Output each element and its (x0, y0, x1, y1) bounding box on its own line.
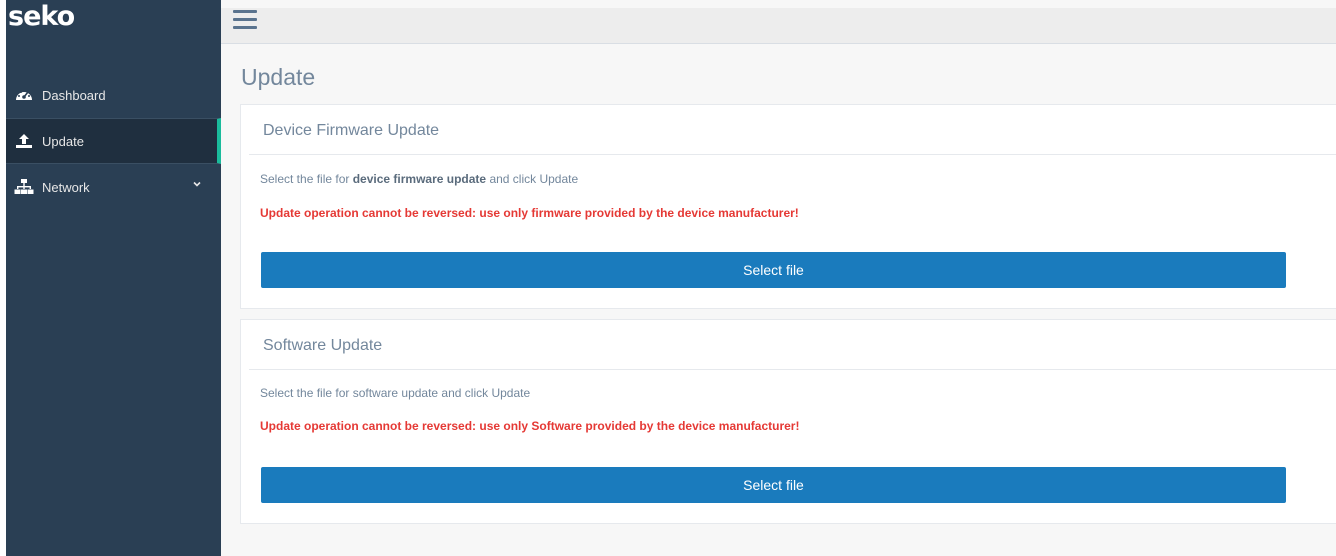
panel-instruction: Select the file for software update and … (260, 386, 531, 400)
sidebar-nav: Dashboard Update Network (6, 72, 221, 210)
firmware-update-panel: Device Firmware Update Select the file f… (240, 104, 1336, 309)
sidebar-item-network[interactable]: Network (6, 164, 221, 210)
panel-header: Device Firmware Update (249, 105, 1336, 155)
panel-header: Software Update (249, 320, 1336, 370)
top-navbar (221, 8, 1336, 44)
dashboard-icon (14, 87, 34, 103)
select-software-file-button[interactable]: Select file (261, 467, 1286, 503)
select-firmware-file-button[interactable]: Select file (261, 252, 1286, 288)
sidebar-item-dashboard[interactable]: Dashboard (6, 72, 221, 118)
sidebar: seko Dashboard Update Network (0, 0, 221, 556)
instruction-prefix: Select the file for (260, 172, 353, 186)
software-update-panel: Software Update Select the file for soft… (240, 319, 1336, 524)
panel-instruction: Select the file for device firmware upda… (260, 172, 578, 186)
chevron-down-icon[interactable] (191, 178, 203, 190)
panel-title: Device Firmware Update (263, 122, 440, 139)
instruction-suffix: and click Update (486, 172, 579, 186)
warning-text: Update operation cannot be reversed: use… (260, 206, 799, 220)
instruction-bold: device firmware update (352, 172, 487, 186)
sidebar-item-label: Network (42, 179, 90, 195)
app-window: seko Dashboard Update Network Update Dev… (0, 0, 1336, 556)
hamburger-icon[interactable] (233, 10, 257, 32)
sidebar-item-label: Update (42, 133, 84, 149)
brand-logo[interactable]: seko (8, 0, 75, 40)
sidebar-item-update[interactable]: Update (6, 118, 221, 164)
warning-text: Update operation cannot be reversed: use… (260, 419, 800, 433)
panel-title: Software Update (263, 337, 383, 354)
sidebar-item-label: Dashboard (42, 87, 106, 103)
sitemap-icon (14, 179, 34, 195)
upload-icon (14, 133, 34, 149)
page-title: Update (241, 64, 316, 90)
